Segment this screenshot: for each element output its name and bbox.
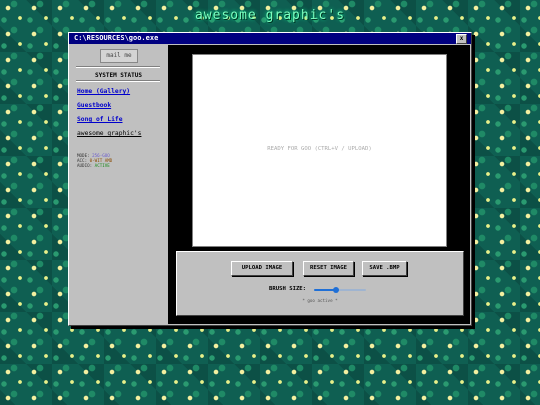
save-bmp-button[interactable]: SAVE .BMP xyxy=(362,261,407,276)
canvas-placeholder: READY FOR GOO (CTRL+V / UPLOAD) xyxy=(267,146,372,152)
mail-me-image[interactable]: mail me xyxy=(100,49,138,63)
brush-size-slider[interactable] xyxy=(314,287,366,293)
controls-panel: UPLOAD IMAGE RESET IMAGE SAVE .BMP BRUSH… xyxy=(176,251,464,316)
close-button[interactable]: x xyxy=(456,34,467,44)
window-titlebar[interactable]: C:\RESOURCES\goo.exe x xyxy=(69,33,471,44)
sidebar: mail me SYSTEM STATUS Home (Gallery) Gue… xyxy=(70,45,167,324)
sidebar-link-song-of-life[interactable]: Song of Life xyxy=(77,116,123,123)
divider xyxy=(76,80,160,82)
audio-value: ACTIVE xyxy=(94,163,110,168)
sidebar-link-home-gallery[interactable]: Home (Gallery) xyxy=(77,88,130,95)
upload-image-button[interactable]: UPLOAD IMAGE xyxy=(231,261,293,276)
audio-label: AUDIO: xyxy=(77,163,93,168)
sidebar-link-guestbook[interactable]: Guestbook xyxy=(77,102,111,109)
system-info: MODE: 256-GOO ACC: 0-WIT AMD AUDIO: ACTI… xyxy=(77,153,112,168)
system-status-heading: SYSTEM STATUS xyxy=(95,72,142,79)
brush-size-label: BRUSH SIZE: xyxy=(269,286,307,292)
window-title: C:\RESOURCES\goo.exe xyxy=(74,34,159,42)
divider xyxy=(76,66,160,68)
page-title: awesome graphic's xyxy=(194,8,346,23)
sidebar-link-awesome-graphics[interactable]: awesome graphic's xyxy=(77,130,141,137)
app-window: C:\RESOURCES\goo.exe x mail me SYSTEM ST… xyxy=(68,32,472,326)
drawing-canvas[interactable]: READY FOR GOO (CTRL+V / UPLOAD) xyxy=(192,54,447,247)
main-panel: READY FOR GOO (CTRL+V / UPLOAD) UPLOAD I… xyxy=(168,45,470,324)
slider-thumb[interactable] xyxy=(332,287,339,293)
goo-status-text: * goo active * xyxy=(302,298,338,303)
reset-image-button[interactable]: RESET IMAGE xyxy=(303,261,354,276)
